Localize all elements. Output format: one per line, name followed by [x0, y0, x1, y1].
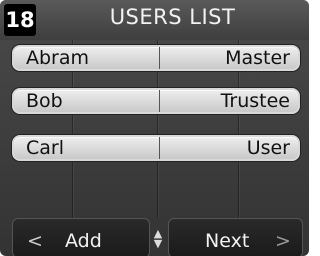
- user-role: Master: [225, 47, 290, 69]
- user-role: User: [246, 137, 290, 159]
- chevron-right-icon: >: [275, 230, 291, 252]
- user-row-carl[interactable]: Carl User: [12, 135, 300, 161]
- next-label: Next: [205, 230, 250, 252]
- up-down-arrows-icon[interactable]: ▲ ▼: [150, 228, 166, 251]
- page-number-badge: 18: [4, 4, 36, 36]
- next-button[interactable]: Next >: [168, 218, 303, 256]
- user-name: Bob: [26, 90, 63, 112]
- row-separator: [159, 137, 160, 159]
- user-name: Abram: [26, 47, 90, 69]
- user-role: Trustee: [220, 90, 290, 112]
- chevron-left-icon: <: [27, 230, 43, 252]
- row-separator: [159, 47, 160, 69]
- user-row-abram[interactable]: Abram Master: [12, 45, 300, 71]
- add-button[interactable]: < Add: [12, 218, 150, 256]
- row-separator: [159, 90, 160, 112]
- header-bar: 18 USERS LIST: [0, 0, 309, 40]
- user-name: Carl: [26, 137, 64, 159]
- user-row-bob[interactable]: Bob Trustee: [12, 88, 300, 114]
- page-title: USERS LIST: [109, 5, 236, 29]
- add-label: Add: [65, 230, 102, 252]
- users-list-screen: 18 USERS LIST Abram Master Bob Trustee C…: [0, 0, 309, 256]
